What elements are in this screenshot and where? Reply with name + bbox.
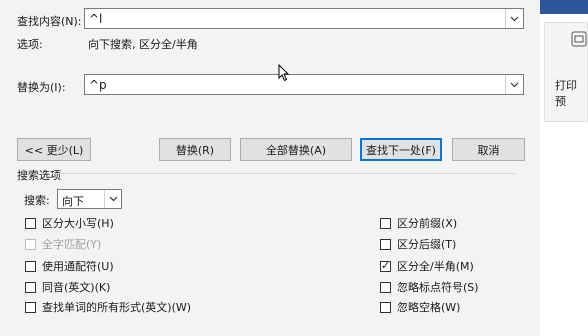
print-preview-label: 打印预 (555, 79, 577, 108)
match-suffix-label: 区分后缀(T) (397, 238, 457, 251)
ignore-punctuation-checkbox[interactable] (380, 281, 391, 293)
replace-label: 替换为(I): (17, 81, 66, 94)
all-word-forms-checkbox[interactable] (25, 301, 36, 313)
match-case-option[interactable]: 区分大小写(H) (25, 216, 114, 230)
search-direction-label: 搜索: (24, 194, 50, 207)
search-options-divider (52, 173, 517, 174)
whole-word-option: 全字匹配(Y) (25, 237, 101, 251)
wildcards-label: 使用通配符(U) (42, 260, 114, 273)
find-next-button[interactable]: 查找下一处(F) (360, 138, 442, 161)
find-value: ^l (89, 12, 103, 26)
search-direction-value: 向下 (62, 195, 84, 208)
sounds-like-option[interactable]: 同音(英文)(K) (25, 280, 110, 294)
less-button[interactable]: << 更少(L) (17, 138, 91, 161)
mouse-cursor-icon (278, 64, 290, 82)
whole-word-label: 全字匹配(Y) (42, 238, 102, 251)
find-label: 查找内容(N): (17, 15, 82, 28)
match-prefix-label: 区分前缀(X) (397, 217, 458, 230)
options-value: 向下搜索, 区分全/半角 (88, 38, 198, 51)
whole-word-checkbox (25, 238, 36, 250)
options-label: 选项: (17, 38, 43, 51)
find-replace-dialog: 查找内容(N): ^l 选项: 向下搜索, 区分全/半角 替换为(I): ^p … (0, 0, 540, 336)
ignore-punctuation-label: 忽略标点符号(S) (397, 281, 479, 294)
match-suffix-option[interactable]: 区分后缀(T) (380, 237, 456, 251)
replace-all-button[interactable]: 全部替换(A) (240, 138, 352, 161)
search-direction-select[interactable]: 向下 (57, 189, 122, 209)
ignore-spaces-option[interactable]: 忽略空格(W) (380, 300, 460, 314)
search-direction-dropdown-icon[interactable] (104, 190, 121, 208)
match-suffix-checkbox[interactable] (380, 238, 391, 250)
replace-dropdown-icon[interactable] (505, 75, 523, 94)
all-word-forms-label: 查找单词的所有形式(英文)(W) (42, 301, 192, 314)
match-width-checkbox[interactable]: ✓ (380, 258, 391, 272)
replace-button[interactable]: 替换(R) (159, 138, 231, 161)
wildcards-option[interactable]: 使用通配符(U) (25, 259, 114, 273)
match-prefix-checkbox[interactable] (380, 217, 391, 229)
replace-input[interactable]: ^p (84, 74, 524, 95)
all-word-forms-option[interactable]: 查找单词的所有形式(英文)(W) (25, 300, 191, 314)
match-case-label: 区分大小写(H) (42, 217, 114, 230)
replace-value: ^p (89, 78, 107, 92)
print-preview-button[interactable]: 打印预 (544, 22, 588, 122)
match-width-label: 区分全/半角(M) (397, 260, 474, 273)
ribbon-background-panel: 打印预 (540, 0, 588, 336)
checkmark-icon: ✓ (381, 258, 391, 272)
search-options-title: 搜索选项 (17, 169, 61, 182)
sounds-like-label: 同音(英文)(K) (42, 281, 111, 294)
ignore-spaces-label: 忽略空格(W) (397, 301, 461, 314)
find-input[interactable]: ^l (84, 8, 524, 29)
ignore-spaces-checkbox[interactable] (380, 301, 391, 313)
ignore-punctuation-option[interactable]: 忽略标点符号(S) (380, 280, 479, 294)
find-dropdown-icon[interactable] (505, 9, 523, 28)
cancel-button[interactable]: 取消 (452, 138, 525, 161)
match-case-checkbox[interactable] (25, 217, 36, 229)
ribbon-title-strip (540, 0, 588, 14)
print-preview-icon (571, 31, 587, 47)
match-width-option[interactable]: ✓ 区分全/半角(M) (380, 259, 474, 273)
match-prefix-option[interactable]: 区分前缀(X) (380, 216, 457, 230)
wildcards-checkbox[interactable] (25, 260, 36, 272)
sounds-like-checkbox[interactable] (25, 281, 36, 293)
